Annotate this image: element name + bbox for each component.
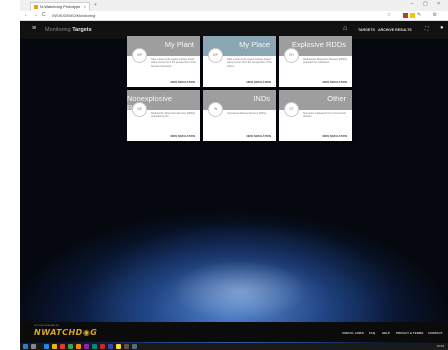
favicon-icon bbox=[34, 4, 38, 9]
edge-icon[interactable] bbox=[44, 344, 49, 349]
address-bar: ← → C /NSIS/DEMO/Monitoring ☆ ≡ ✎ ⚙ bbox=[20, 11, 448, 21]
app-icon[interactable] bbox=[76, 344, 81, 349]
card-other[interactable]: Other OT Scenarios originated from Comme… bbox=[279, 90, 352, 141]
footer-link-useful-links[interactable]: USEFUL LINKS bbox=[342, 331, 364, 335]
title-main: Targets bbox=[72, 27, 92, 33]
app-icon[interactable] bbox=[124, 344, 129, 349]
footer-link-help[interactable]: HELP bbox=[382, 331, 390, 335]
logo-tagline: NUCLEAR DATA ANALYSIS bbox=[34, 325, 60, 327]
new-simulation-button[interactable]: NEW SIMULATION bbox=[171, 134, 196, 138]
app-icon[interactable] bbox=[60, 344, 65, 349]
app-viewport: ≡ Monitoring Targets ⌂ TARGETS ARCHIVE R… bbox=[20, 21, 448, 343]
footer-link-contact[interactable]: CONTACT bbox=[428, 331, 442, 335]
browser-toolbar-icons[interactable]: ☆ ≡ ✎ ⚙ bbox=[387, 12, 442, 18]
app-footer: NUCLEAR DATA ANALYSIS NWATCHD◉G USEFUL L… bbox=[20, 322, 448, 342]
card-avatar: MP bbox=[208, 48, 223, 63]
os-taskbar: 19:58 bbox=[20, 343, 448, 350]
card-avatar: OT bbox=[284, 102, 299, 117]
footer-link-faq[interactable]: FAQ bbox=[369, 331, 375, 335]
search-icon[interactable] bbox=[31, 344, 36, 349]
new-simulation-button[interactable]: NEW SIMULATION bbox=[247, 134, 272, 138]
new-simulation-button[interactable]: NEW SIMULATION bbox=[247, 80, 272, 84]
card-title: INDs bbox=[253, 94, 270, 103]
nwatchdog-logo: NWATCHD◉G bbox=[34, 328, 98, 337]
app-icon[interactable] bbox=[68, 344, 73, 349]
app-icon[interactable] bbox=[116, 344, 121, 349]
tab-bar: N-Watchdog Prototype × + – ▢ × bbox=[20, 0, 448, 11]
app-icon[interactable] bbox=[132, 344, 137, 349]
user-icon[interactable]: ● bbox=[440, 25, 444, 31]
fullscreen-icon[interactable]: ⛶ bbox=[425, 26, 429, 32]
card-title: Other bbox=[327, 94, 346, 103]
app-icon[interactable] bbox=[84, 344, 89, 349]
window-controls[interactable]: – ▢ × bbox=[411, 1, 444, 7]
tab-title: N-Watchdog Prototype bbox=[40, 4, 81, 9]
nav-archive-results[interactable]: ARCHIVE RESULTS bbox=[378, 28, 412, 32]
folder-icon[interactable] bbox=[52, 344, 57, 349]
new-simulation-button[interactable]: NEW SIMULATION bbox=[323, 80, 348, 84]
refresh-icon[interactable]: C bbox=[42, 12, 46, 18]
card-my-plant[interactable]: My Plant MP Take a look at the region su… bbox=[127, 36, 200, 87]
card-avatar: ER bbox=[284, 48, 299, 63]
app-icon[interactable] bbox=[108, 344, 113, 349]
footer-link-privacy[interactable]: PRIVACY & TERMS bbox=[396, 331, 423, 335]
card-avatar: IN bbox=[208, 102, 223, 117]
app-icon[interactable] bbox=[92, 344, 97, 349]
card-title: My Plant bbox=[164, 40, 194, 49]
app-icon[interactable] bbox=[100, 344, 105, 349]
menu-icon[interactable]: ≡ bbox=[32, 25, 36, 32]
start-icon[interactable] bbox=[23, 344, 28, 349]
new-simulation-button[interactable]: NEW SIMULATION bbox=[171, 80, 196, 84]
card-my-place[interactable]: My Place MP Take a look at the region su… bbox=[203, 36, 276, 87]
nav-targets[interactable]: TARGETS bbox=[358, 28, 375, 32]
taskbar-clock: 19:58 bbox=[436, 344, 444, 348]
new-simulation-button[interactable]: NEW SIMULATION bbox=[323, 134, 348, 138]
home-icon[interactable]: ⌂ bbox=[343, 25, 347, 32]
back-icon[interactable]: ← bbox=[24, 12, 29, 18]
card-avatar: NE bbox=[132, 102, 147, 117]
card-avatar: MP bbox=[132, 48, 147, 63]
card-description: Take a look at the region surface power … bbox=[227, 58, 272, 68]
card-description: Radioactive Dispersion Devices (RDDs) pr… bbox=[303, 58, 348, 65]
card-description: Improvised Nuclear Devices (INDs). bbox=[227, 112, 267, 115]
page-title: Monitoring Targets bbox=[45, 27, 92, 33]
browser-tab[interactable]: N-Watchdog Prototype × bbox=[30, 2, 90, 11]
tab-close-icon[interactable]: × bbox=[84, 4, 86, 9]
card-title: Explosive RDDs bbox=[291, 40, 346, 49]
card-explosive-rdds[interactable]: Explosive RDDs ER Radioactive Dispersion… bbox=[279, 36, 352, 87]
title-prefix: Monitoring bbox=[45, 27, 71, 33]
browser-window: N-Watchdog Prototype × + – ▢ × ← → C /NS… bbox=[20, 0, 448, 350]
card-description: Radioactive Dispersion Devices (RDDs) pr… bbox=[151, 112, 196, 119]
card-description: Scenarios originated from Commercial dev… bbox=[303, 112, 346, 119]
forward-icon[interactable]: → bbox=[33, 12, 38, 18]
card-title: My Place bbox=[239, 40, 270, 49]
url-input[interactable]: /NSIS/DEMO/Monitoring bbox=[52, 12, 252, 19]
card-description: Take a look at the region surface power … bbox=[151, 58, 196, 68]
new-tab-button[interactable]: + bbox=[94, 2, 97, 8]
card-inds[interactable]: INDs IN Improvised Nuclear Devices (INDs… bbox=[203, 90, 276, 141]
card-nonexplosive-rdds[interactable]: Nonexplosive RDDs NE Radioactive Dispers… bbox=[127, 90, 200, 141]
